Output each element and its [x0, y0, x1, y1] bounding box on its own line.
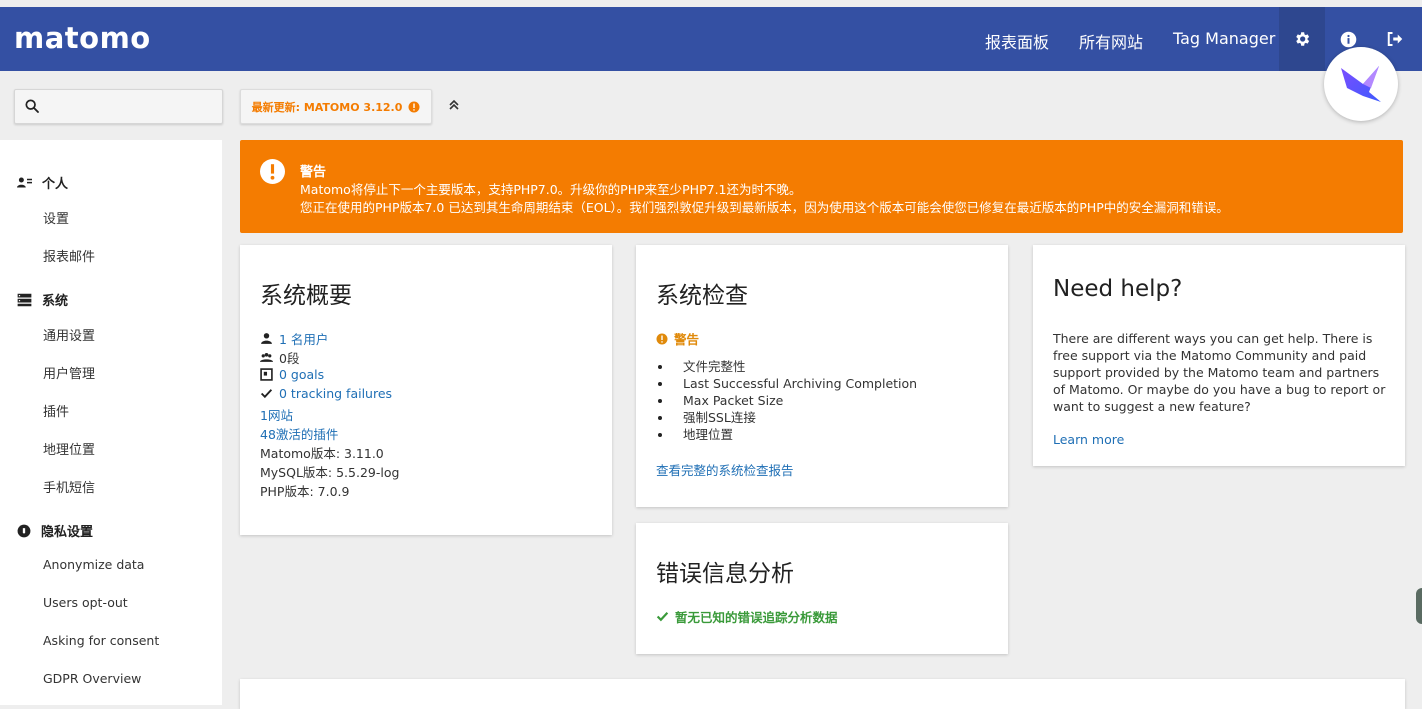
card-title: 系统检查	[656, 283, 748, 309]
exclamation-circle-icon	[260, 159, 285, 184]
privacy-shield-icon	[17, 524, 31, 537]
php-warning-alert: 警告 Matomo将停止下一个主要版本，支持PHP7.0。升级你的PHP来至少P…	[240, 140, 1403, 233]
gear-icon	[1296, 32, 1310, 46]
error-analysis-card: 错误信息分析 暂无已知的错误追踪分析数据	[636, 523, 1008, 654]
sidebar-section-label: 个人	[42, 177, 69, 192]
goals-link[interactable]: 0 goals	[279, 367, 324, 382]
user-card-icon	[17, 177, 32, 188]
system-summary-card: 系统概要 1 名用户 0段 0 goals 0 tracking failure…	[240, 245, 612, 535]
collapse-chevron-button[interactable]	[446, 97, 462, 117]
tracking-failures-link[interactable]: 0 tracking failures	[279, 386, 392, 401]
exclamation-circle-icon	[656, 333, 668, 344]
top-navigation-bar: matomo 报表面板 所有网站 Tag Manager	[0, 7, 1422, 71]
sidebar-section-system: 系统	[17, 290, 68, 309]
users-link[interactable]: 1 名用户	[279, 329, 328, 348]
update-label: 最新更新: MATOMO 3.12.0	[251, 100, 403, 114]
system-check-list: 文件完整性 Last Successful Archiving Completi…	[656, 358, 917, 443]
check-icon	[656, 611, 669, 622]
sidebar-item-anonymize-data[interactable]: Anonymize data	[43, 557, 144, 572]
websites-link[interactable]: 1网站	[260, 405, 293, 424]
list-item: 地理位置	[656, 426, 917, 443]
list-item: Max Packet Size	[656, 392, 917, 409]
server-icon	[17, 293, 32, 306]
users-row: 1 名用户	[260, 329, 328, 348]
matomo-version-text: Matomo版本: 3.11.0	[260, 446, 384, 461]
error-status-row: 暂无已知的错误追踪分析数据	[656, 607, 838, 626]
info-icon	[1340, 31, 1356, 47]
side-edge-tab[interactable]	[1416, 588, 1422, 624]
tracking-failures-row: 0 tracking failures	[260, 386, 392, 401]
user-icon	[261, 333, 272, 344]
full-system-check-link[interactable]: 查看完整的系统检查报告	[656, 460, 794, 479]
admin-sidebar: 个人 设置 报表邮件 系统 通用设置 用户管理 插件 地理位置 手机短信 隐私设…	[0, 140, 222, 705]
sidebar-section-privacy: 隐私设置	[17, 521, 93, 540]
need-help-card: Need help? There are different ways you …	[1033, 245, 1405, 466]
card-title: 错误信息分析	[656, 561, 794, 587]
sidebar-item-plugins[interactable]: 插件	[43, 401, 69, 420]
search-icon	[25, 99, 39, 113]
nav-all-websites-link[interactable]: 所有网站	[1079, 29, 1143, 53]
assistant-bird-icon[interactable]	[1324, 47, 1398, 121]
list-item: 文件完整性	[656, 358, 917, 375]
sidebar-item-asking-for-consent[interactable]: Asking for consent	[43, 633, 159, 648]
bird-logo-icon	[1341, 66, 1381, 102]
sidebar-section-label: 系统	[42, 294, 69, 309]
sidebar-item-users-opt-out[interactable]: Users opt-out	[43, 595, 128, 610]
alert-title: 警告	[300, 165, 327, 180]
sidebar-item-email-reports[interactable]: 报表邮件	[43, 246, 95, 265]
nav-tag-manager-link[interactable]: Tag Manager	[1173, 29, 1275, 48]
card-title: 系统概要	[260, 283, 352, 309]
list-item: Last Successful Archiving Completion	[656, 375, 917, 392]
users-group-icon	[260, 352, 273, 362]
php-version-text: PHP版本: 7.0.9	[260, 484, 350, 499]
sidebar-item-mobile-messaging[interactable]: 手机短信	[43, 477, 95, 496]
exclamation-circle-icon	[408, 101, 420, 112]
card-title: Need help?	[1053, 276, 1183, 302]
sidebar-item-general-settings[interactable]: 通用设置	[43, 325, 95, 344]
error-status-text: 暂无已知的错误追踪分析数据	[675, 610, 838, 625]
sidebar-item-gdpr-overview[interactable]: GDPR Overview	[43, 671, 141, 686]
sidebar-item-settings[interactable]: 设置	[43, 208, 69, 227]
goals-row: 0 goals	[260, 367, 324, 382]
admin-gear-button[interactable]	[1279, 7, 1325, 71]
list-item: 强制SSL连接	[656, 409, 917, 426]
sidebar-section-personal: 个人	[17, 173, 68, 192]
segments-count: 0段	[279, 351, 300, 366]
nav-dashboard-link[interactable]: 报表面板	[985, 29, 1049, 53]
search-input[interactable]	[14, 89, 223, 124]
alert-message-line2: 您正在使用的PHP版本7.0 已达到其生命周期结束（EOL）。我们强烈敦促升级到…	[300, 200, 1229, 215]
learn-more-link[interactable]: Learn more	[1053, 432, 1124, 447]
help-description: There are different ways you can get hel…	[1053, 331, 1386, 414]
alert-message-line1: Matomo将停止下一个主要版本，支持PHP7.0。升级你的PHP来至少PHP7…	[300, 182, 802, 197]
warning-label: 警告	[674, 332, 700, 347]
system-check-card: 系统检查 警告 文件完整性 Last Successful Archiving …	[636, 245, 1008, 507]
mysql-version-text: MySQL版本: 5.5.29-log	[260, 465, 400, 480]
logout-icon	[1387, 32, 1403, 46]
system-check-warning: 警告	[656, 329, 699, 348]
active-plugins-link[interactable]: 48激活的插件	[260, 424, 338, 443]
checkmark-icon	[260, 389, 273, 399]
sidebar-section-label: 隐私设置	[41, 525, 94, 540]
matomo-logo[interactable]: matomo	[14, 21, 151, 55]
sidebar-item-user-management[interactable]: 用户管理	[43, 363, 95, 382]
goals-box-icon	[260, 368, 273, 381]
update-notice-button[interactable]: 最新更新: MATOMO 3.12.0	[240, 89, 432, 124]
double-chevron-up-icon	[449, 99, 459, 110]
segments-row: 0段	[260, 348, 299, 367]
sidebar-item-geolocation[interactable]: 地理位置	[43, 439, 95, 458]
